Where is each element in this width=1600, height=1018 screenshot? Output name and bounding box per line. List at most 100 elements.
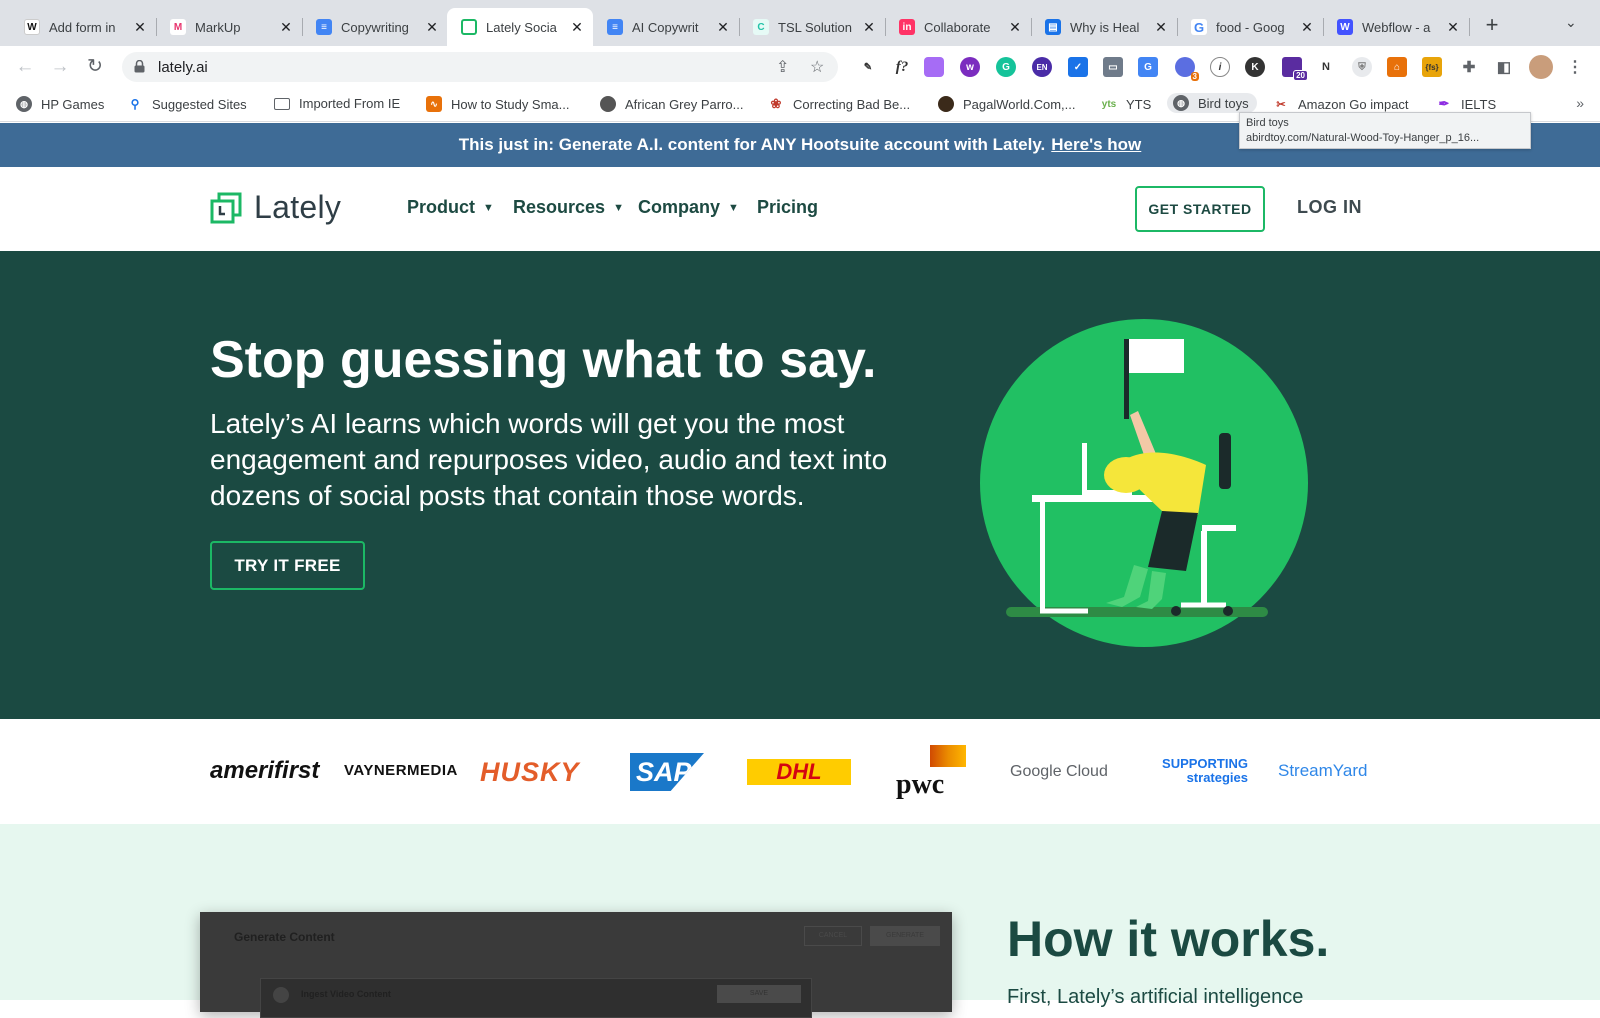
bookmark-item[interactable]: Imported From IE <box>274 96 400 111</box>
calendar-extension-icon[interactable]: 3 <box>1175 57 1199 81</box>
gradient-extension-icon[interactable] <box>924 57 944 77</box>
reload-icon[interactable]: ↻ <box>82 54 108 80</box>
sap-logo: SAP <box>630 753 704 791</box>
close-icon[interactable]: ✕ <box>424 19 440 36</box>
tab-title: Add form in <box>49 19 116 35</box>
tab-title: Lately Socia <box>486 19 557 35</box>
nav-company[interactable]: Company ▼ <box>638 197 739 218</box>
globe-icon: ◍ <box>16 96 32 112</box>
share-icon[interactable]: ⇪ <box>776 57 789 77</box>
tab-search-icon[interactable]: ⌄ <box>1565 14 1577 31</box>
k-extension-icon[interactable]: K <box>1245 57 1265 77</box>
bookmark-item[interactable]: African Grey Parro... <box>600 96 743 112</box>
lately-icon <box>461 19 477 35</box>
wix-icon: W <box>24 19 40 35</box>
browser-tab[interactable]: C TSL Solution ✕ <box>739 8 886 46</box>
info-extension-icon[interactable]: i <box>1210 57 1230 77</box>
chart-icon: ∿ <box>426 96 442 112</box>
amerifirst-logo: amerifirst <box>210 757 320 784</box>
address-bar[interactable]: lately.ai ⇪ ☆ <box>122 52 838 82</box>
vaynermedia-logo: VAYNERMEDIA <box>344 762 458 779</box>
browser-tab[interactable]: in Collaborate ✕ <box>885 8 1032 46</box>
google-icon: G <box>1191 19 1207 35</box>
bookmark-tooltip: Bird toys abirdtoy.com/Natural-Wood-Toy-… <box>1239 112 1531 149</box>
paw-icon: ❀ <box>768 96 784 112</box>
fs-extension-icon[interactable]: {fs} <box>1422 57 1442 77</box>
nav-resources[interactable]: Resources ▼ <box>513 197 624 218</box>
hero-illustration <box>980 319 1308 647</box>
tab-title: MarkUp <box>195 19 241 35</box>
grammarly-icon[interactable]: G <box>996 57 1016 77</box>
forward-icon[interactable]: → <box>47 54 73 80</box>
app-cancel-button: CANCEL <box>804 926 862 946</box>
close-icon[interactable]: ✕ <box>1299 19 1315 36</box>
app-generate-button: GENERATE <box>870 926 940 946</box>
puzzle-icon[interactable]: ✚ <box>1459 57 1479 77</box>
formula-extension-icon[interactable]: f? <box>892 57 912 77</box>
browser-tab[interactable]: W Add form in ✕ <box>10 8 157 46</box>
lighthouse-icon[interactable]: ⌂ <box>1387 57 1407 77</box>
browser-tab-strip: W Add form in ✕ M MarkUp ✕ ≡ Copywriting… <box>0 0 1600 46</box>
w-extension-icon[interactable]: w <box>960 57 980 77</box>
close-icon[interactable]: ✕ <box>1153 19 1169 36</box>
avatar[interactable] <box>1529 55 1553 79</box>
close-icon[interactable]: ✕ <box>569 19 585 36</box>
feather-icon: ✒ <box>1436 96 1452 112</box>
husky-logo: HUSKY <box>480 757 580 787</box>
login-link[interactable]: LOG IN <box>1297 197 1362 218</box>
en-extension-icon[interactable]: EN <box>1032 57 1052 77</box>
get-started-button[interactable]: GET STARTED <box>1135 186 1265 232</box>
bookmark-item[interactable]: ✂ Amazon Go impact <box>1273 96 1409 112</box>
browser-tab[interactable]: W Webflow - a ✕ <box>1323 8 1470 46</box>
close-icon[interactable]: ✕ <box>861 19 877 36</box>
lately-logo-icon <box>210 192 242 223</box>
chevron-double-right-icon[interactable]: » <box>1576 95 1584 111</box>
invision-icon: in <box>899 19 915 35</box>
tsl-icon: C <box>753 19 769 35</box>
checkbox-extension-icon[interactable]: ✓ <box>1068 57 1088 77</box>
new-tab-button[interactable]: + <box>1478 11 1506 39</box>
pen-extension-icon[interactable]: ✎ <box>858 57 878 77</box>
chevron-down-icon: ▼ <box>483 201 494 214</box>
browser-tab[interactable]: M MarkUp ✕ <box>156 8 303 46</box>
bookmark-item[interactable]: ❀ Correcting Bad Be... <box>768 96 910 112</box>
bookmark-item[interactable]: ◍ HP Games <box>16 96 104 112</box>
try-it-free-button[interactable]: TRY IT FREE <box>210 541 365 590</box>
browser-tab-active[interactable]: Lately Socia ✕ <box>447 8 593 46</box>
close-icon[interactable]: ✕ <box>132 19 148 36</box>
nav-product[interactable]: Product ▼ <box>407 197 494 218</box>
n-extension-icon[interactable]: N <box>1316 57 1336 77</box>
screen-extension-icon[interactable]: ▭ <box>1103 57 1123 77</box>
close-icon[interactable]: ✕ <box>1445 19 1461 36</box>
browser-tab[interactable]: G food - Goog ✕ <box>1177 8 1324 46</box>
streamyard-logo: StreamYard <box>1278 761 1368 780</box>
how-it-works-text: First, Lately’s artificial intelligence <box>1007 986 1304 1008</box>
search-icon: ⚲ <box>127 96 143 112</box>
close-icon[interactable]: ✕ <box>1007 19 1023 36</box>
translate-icon[interactable]: G <box>1138 57 1158 77</box>
bookmark-item[interactable]: yts YTS <box>1101 96 1151 112</box>
hero-section: Stop guessing what to say. Lately’s AI l… <box>0 251 1600 719</box>
bookmark-item[interactable]: PagalWorld.Com,... <box>938 96 1075 112</box>
close-icon[interactable]: ✕ <box>278 19 294 36</box>
pwc-mark <box>930 745 966 767</box>
bookmark-item[interactable]: ∿ How to Study Sma... <box>426 96 570 112</box>
back-icon[interactable]: ← <box>12 54 38 80</box>
close-icon[interactable]: ✕ <box>715 19 731 36</box>
lately-logo[interactable]: Lately <box>210 189 341 226</box>
graduation-hat-icon[interactable]: 20 <box>1282 57 1308 81</box>
side-panel-icon[interactable]: ◧ <box>1494 57 1514 77</box>
browser-tab[interactable]: ≡ Copywriting ✕ <box>302 8 449 46</box>
nav-pricing[interactable]: Pricing <box>757 197 818 218</box>
banner-link[interactable]: Here's how <box>1051 135 1141 154</box>
more-menu-icon[interactable]: ⋮ <box>1565 57 1585 77</box>
bookmark-item[interactable]: ◍ Bird toys <box>1167 93 1257 113</box>
hero-subtext: Lately’s AI learns which words will get … <box>210 408 888 511</box>
browser-tab[interactable]: ≡ AI Copywrit ✕ <box>593 8 740 46</box>
google-docs-icon: ≡ <box>316 19 332 35</box>
shield-icon[interactable]: ⛨ <box>1352 57 1372 77</box>
bookmark-item[interactable]: ✒ IELTS <box>1436 96 1496 112</box>
bookmark-item[interactable]: ⚲ Suggested Sites <box>127 96 247 112</box>
browser-tab[interactable]: ▤ Why is Heal ✕ <box>1031 8 1178 46</box>
bookmark-star-icon[interactable]: ☆ <box>810 57 824 77</box>
